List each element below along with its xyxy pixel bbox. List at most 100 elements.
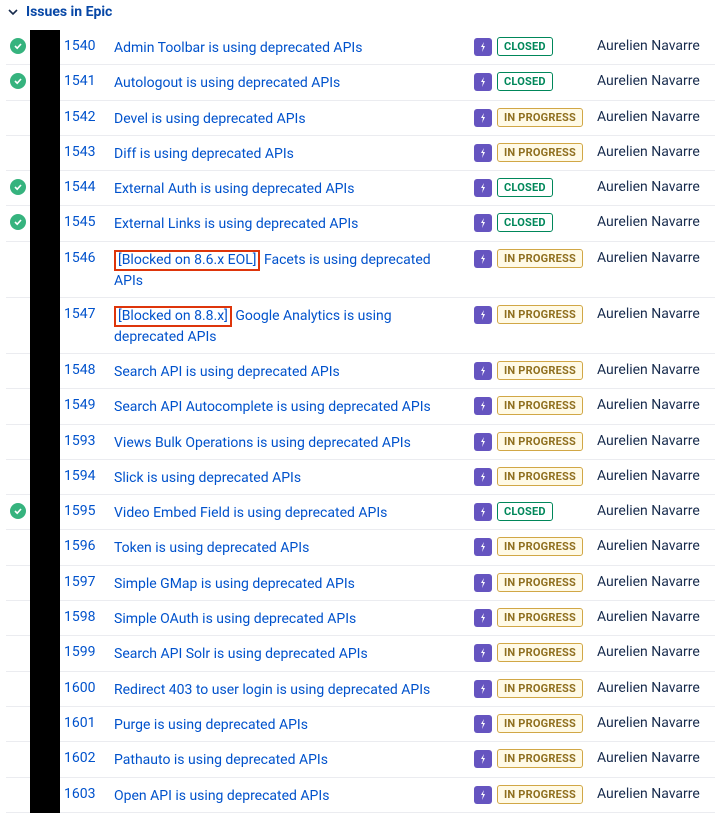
issue-key-link[interactable]: 1549 — [64, 397, 95, 413]
status-badge[interactable]: IN PROGRESS — [497, 108, 583, 127]
assignee-cell[interactable]: Aurelien Navarre — [597, 212, 715, 230]
issue-summary-link[interactable]: External Auth is using deprecated APIs — [114, 181, 354, 197]
issue-key-link[interactable]: 1541 — [64, 73, 95, 89]
issue-key-link[interactable]: 1602 — [64, 750, 95, 766]
assignee-cell[interactable]: Aurelien Navarre — [597, 248, 715, 266]
issue-key-link[interactable]: 1545 — [64, 214, 95, 230]
issue-summary-cell: Simple GMap is using deprecated APIs — [102, 572, 469, 594]
issue-row: 1594 Slick is using deprecated APIs IN PRO… — [6, 460, 715, 495]
status-badge[interactable]: IN PROGRESS — [497, 432, 583, 451]
status-badge[interactable]: CLOSED — [497, 178, 553, 197]
status-cell: CLOSED — [497, 212, 597, 232]
status-badge[interactable]: CLOSED — [497, 72, 553, 91]
issue-key-link[interactable]: 1544 — [64, 179, 95, 195]
status-badge[interactable]: IN PROGRESS — [497, 643, 583, 662]
assignee-cell[interactable]: Aurelien Navarre — [597, 36, 715, 54]
issue-summary-link[interactable]: Search API Autocomplete is using depreca… — [114, 399, 431, 415]
status-badge[interactable]: IN PROGRESS — [497, 361, 583, 380]
redacted-project-key — [30, 601, 60, 636]
issue-summary-link[interactable]: Purge is using deprecated APIs — [114, 717, 308, 733]
issue-summary-cell: Admin Toolbar is using deprecated APIs — [102, 36, 469, 58]
issue-summary-link[interactable]: Redirect 403 to user login is using depr… — [114, 682, 430, 698]
assignee-cell[interactable]: Aurelien Navarre — [597, 304, 715, 322]
issue-summary-link[interactable]: Devel is using deprecated APIs — [114, 111, 306, 127]
issue-key-link[interactable]: 1603 — [64, 786, 95, 802]
issue-summary-link[interactable]: Autologout is using deprecated APIs — [114, 75, 340, 91]
issue-summary-link[interactable]: Slick is using deprecated APIs — [114, 470, 301, 486]
status-badge[interactable]: IN PROGRESS — [497, 573, 583, 592]
issue-summary-link[interactable]: Simple OAuth is using deprecated APIs — [114, 611, 356, 627]
status-cell: IN PROGRESS — [497, 248, 597, 268]
issue-summary-link[interactable]: Diff is using deprecated APIs — [114, 146, 294, 162]
status-badge[interactable]: IN PROGRESS — [497, 608, 583, 627]
issue-summary-cell: Slick is using deprecated APIs — [102, 466, 469, 488]
status-badge[interactable]: IN PROGRESS — [497, 305, 583, 324]
assignee-cell[interactable]: Aurelien Navarre — [597, 713, 715, 731]
issue-key-link[interactable]: 1547 — [64, 306, 95, 322]
collapse-toggle[interactable] — [6, 5, 20, 19]
done-cell — [6, 642, 30, 644]
issue-summary-link[interactable]: Admin Toolbar is using deprecated APIs — [114, 40, 362, 56]
assignee-cell[interactable]: Aurelien Navarre — [597, 71, 715, 89]
assignee-cell[interactable]: Aurelien Navarre — [597, 784, 715, 802]
done-cell — [6, 36, 30, 54]
assignee-cell[interactable]: Aurelien Navarre — [597, 431, 715, 449]
status-badge[interactable]: IN PROGRESS — [497, 249, 583, 268]
assignee-cell[interactable]: Aurelien Navarre — [597, 678, 715, 696]
issue-key-link[interactable]: 1540 — [64, 38, 95, 54]
issue-summary-link[interactable]: Token is using deprecated APIs — [114, 540, 309, 556]
status-badge[interactable]: IN PROGRESS — [497, 396, 583, 415]
assignee-cell[interactable]: Aurelien Navarre — [597, 607, 715, 625]
issue-key-link[interactable]: 1601 — [64, 715, 95, 731]
issue-summary-link[interactable]: Simple GMap is using deprecated APIs — [114, 576, 355, 592]
status-badge[interactable]: CLOSED — [497, 37, 553, 56]
assignee-cell[interactable]: Aurelien Navarre — [597, 748, 715, 766]
issue-summary-link[interactable]: Open API is using deprecated APIs — [114, 788, 329, 804]
issue-key-link[interactable]: 1599 — [64, 644, 95, 660]
issue-key-link[interactable]: 1600 — [64, 680, 95, 696]
done-cell — [6, 572, 30, 574]
status-badge[interactable]: CLOSED — [497, 502, 553, 521]
assignee-cell[interactable]: Aurelien Navarre — [597, 642, 715, 660]
assignee-cell[interactable]: Aurelien Navarre — [597, 360, 715, 378]
status-badge[interactable]: IN PROGRESS — [497, 467, 583, 486]
issue-summary-link[interactable]: Views Bulk Operations is using deprecate… — [114, 435, 411, 451]
issue-key-link[interactable]: 1546 — [64, 250, 95, 266]
assignee-cell[interactable]: Aurelien Navarre — [597, 395, 715, 413]
issue-key-link[interactable]: 1594 — [64, 468, 95, 484]
issue-summary-link[interactable]: [Blocked on 8.8.x] Google Analytics is u… — [114, 308, 392, 345]
issue-summary-link[interactable]: Search API is using deprecated APIs — [114, 364, 340, 380]
issue-key-link[interactable]: 1593 — [64, 433, 95, 449]
issue-summary-link[interactable]: Video Embed Field is using deprecated AP… — [114, 505, 387, 521]
issue-summary-cell: External Links is using deprecated APIs — [102, 212, 469, 234]
assignee-cell[interactable]: Aurelien Navarre — [597, 501, 715, 519]
issue-summary-link[interactable]: External Links is using deprecated APIs — [114, 216, 358, 232]
status-badge[interactable]: CLOSED — [497, 213, 553, 232]
done-cell — [6, 431, 30, 433]
issue-type-cell — [469, 678, 497, 698]
status-badge[interactable]: IN PROGRESS — [497, 143, 583, 162]
assignee-cell[interactable]: Aurelien Navarre — [597, 572, 715, 590]
done-cell — [6, 248, 30, 250]
status-badge[interactable]: IN PROGRESS — [497, 749, 583, 768]
issue-key-link[interactable]: 1598 — [64, 609, 95, 625]
issue-summary-link[interactable]: Pathauto is using deprecated APIs — [114, 752, 328, 768]
assignee-cell[interactable]: Aurelien Navarre — [597, 536, 715, 554]
issue-summary-link[interactable]: [Blocked on 8.6.x EOL] Facets is using d… — [114, 252, 431, 289]
issue-key-link[interactable]: 1548 — [64, 362, 95, 378]
status-badge[interactable]: IN PROGRESS — [497, 785, 583, 804]
issue-key-link[interactable]: 1596 — [64, 538, 95, 554]
issue-key-link[interactable]: 1542 — [64, 109, 95, 125]
issue-key-cell: 1594 — [60, 466, 102, 484]
assignee-cell[interactable]: Aurelien Navarre — [597, 142, 715, 160]
status-badge[interactable]: IN PROGRESS — [497, 537, 583, 556]
issue-key-link[interactable]: 1597 — [64, 574, 95, 590]
assignee-cell[interactable]: Aurelien Navarre — [597, 466, 715, 484]
status-badge[interactable]: IN PROGRESS — [497, 714, 583, 733]
assignee-cell[interactable]: Aurelien Navarre — [597, 107, 715, 125]
assignee-cell[interactable]: Aurelien Navarre — [597, 177, 715, 195]
issue-key-link[interactable]: 1595 — [64, 503, 95, 519]
issue-summary-link[interactable]: Search API Solr is using deprecated APIs — [114, 646, 368, 662]
issue-key-link[interactable]: 1543 — [64, 144, 95, 160]
status-badge[interactable]: IN PROGRESS — [497, 679, 583, 698]
